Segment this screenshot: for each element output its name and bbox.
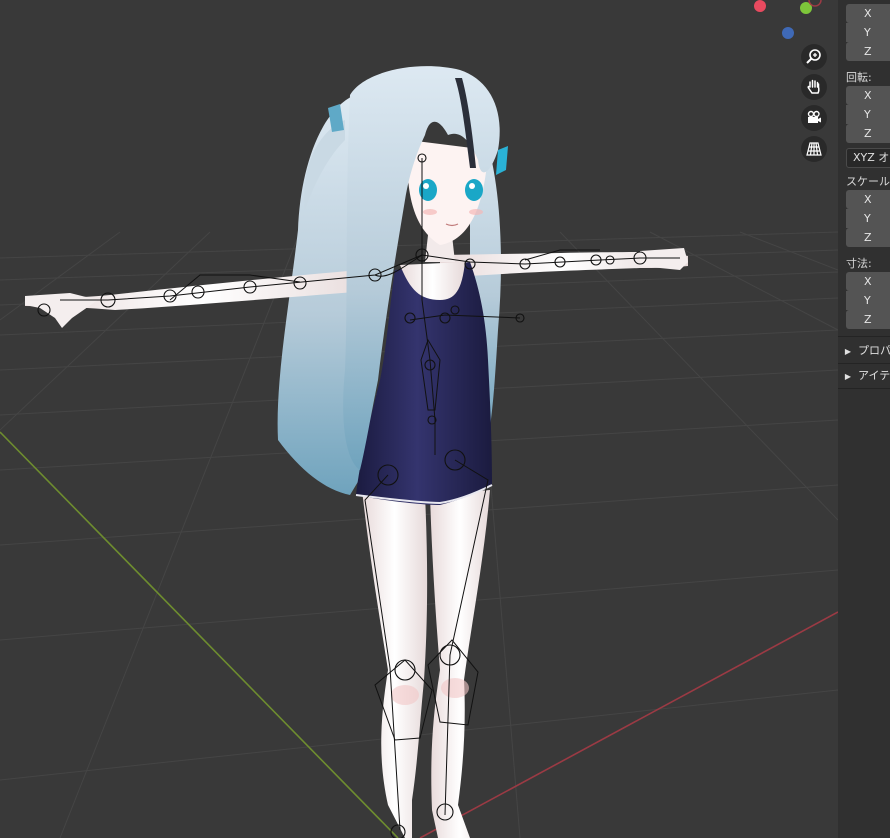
location-y-field[interactable]: Y [846,23,890,42]
sidebar-transform-panel: X Y Z 回転: X Y Z XYZ オ スケール X Y Z 寸法: X Y… [838,0,890,838]
right-hand [640,248,688,270]
camera-view-button[interactable] [801,105,827,131]
gizmo-z-ball[interactable] [782,27,794,39]
right-blush [469,209,483,215]
expand-triangle-icon: ▶ [844,347,852,356]
expand-triangle-icon: ▶ [844,372,852,381]
camera-icon [807,110,821,123]
right-eye [465,179,483,201]
properties-panel-label: プロパ [858,344,890,357]
rotation-y-field[interactable]: Y [846,105,890,124]
right-leg [430,490,490,838]
dimensions-x-field[interactable]: X [846,272,890,291]
zoom-icon [806,49,821,64]
3d-viewport[interactable] [0,0,838,838]
dimensions-label: 寸法: [846,257,872,270]
perspective-toggle-button[interactable] [801,136,827,162]
x-axis-line [419,611,838,838]
left-blush [423,209,437,215]
scale-z-field[interactable]: Z [846,228,890,247]
gizmo-neg-x-ball[interactable] [808,0,822,7]
dimensions-z-field[interactable]: Z [846,310,890,329]
panel-divider [838,388,890,389]
left-hand [25,293,98,328]
rotation-z-field[interactable]: Z [846,124,890,143]
scale-label: スケール [846,175,890,188]
rotation-mode-dropdown[interactable]: XYZ オ [846,148,890,168]
right-eye-highlight [469,183,475,189]
hand-pan-icon [807,79,820,94]
scale-y-field[interactable]: Y [846,209,890,228]
right-knee [441,678,469,698]
zoom-button[interactable] [801,44,827,70]
item-panel-label: アイテ [858,369,890,382]
left-eye-highlight [423,183,429,189]
viewport-scene [0,0,838,838]
gizmo-x-ball[interactable] [754,0,766,12]
location-x-field[interactable]: X [846,4,890,23]
dimensions-y-field[interactable]: Y [846,291,890,310]
left-knee [391,685,419,705]
pan-button[interactable] [801,74,827,100]
navigation-gizmo[interactable] [754,0,822,39]
location-z-field[interactable]: Z [846,42,890,61]
item-panel-header[interactable]: ▶ アイテ [838,364,890,388]
properties-panel-header[interactable]: ▶ プロパ [838,339,890,363]
panel-divider [838,336,890,337]
rotation-label: 回転: [846,71,872,84]
rotation-x-field[interactable]: X [846,86,890,105]
scale-x-field[interactable]: X [846,190,890,209]
perspective-grid-icon [806,142,822,156]
